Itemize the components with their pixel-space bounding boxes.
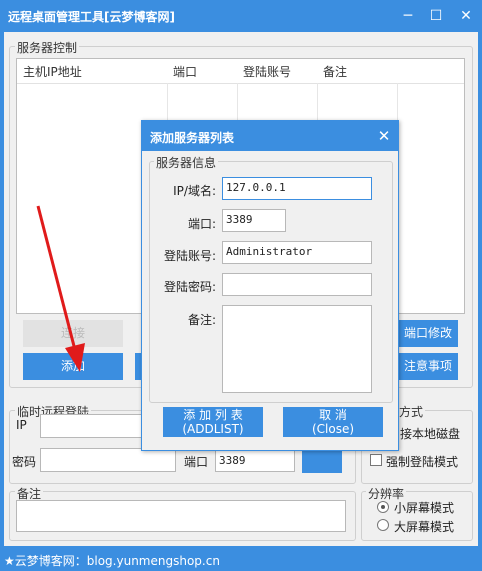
account-input[interactable]: Administrator — [222, 241, 372, 264]
window-title: 远程桌面管理工具[云梦博客网] — [8, 10, 175, 24]
temp-port-input[interactable]: 3389 — [215, 450, 295, 472]
add-server-dialog: 添加服务器列表 ✕ 服务器信息 IP/域名: 127.0.0.1 端口: 338… — [141, 120, 399, 451]
column-header-remark[interactable]: 备注 — [323, 63, 347, 80]
title-bar: 远程桌面管理工具[云梦博客网] ─ ☐ ✕ — [0, 0, 482, 32]
port-modify-label: 端口修改 — [403, 326, 452, 340]
notes-label: 注意事项 — [403, 359, 452, 373]
dialog-close-button[interactable]: ✕ — [374, 126, 394, 146]
column-header-account[interactable]: 登陆账号 — [243, 63, 291, 80]
remark-label: 备注: — [187, 313, 216, 327]
temp-password-input[interactable] — [40, 448, 176, 472]
maximize-button[interactable]: ☐ — [426, 6, 446, 26]
options-label: 方式 — [397, 403, 426, 420]
port-label: 端口: — [187, 217, 216, 231]
small-screen-radio[interactable] — [377, 501, 389, 513]
add-list-label-sub: (ADDLIST) — [182, 422, 244, 436]
dialog-title-bar: 添加服务器列表 ✕ — [142, 121, 398, 151]
large-screen-label[interactable]: 大屏幕模式 — [394, 518, 454, 535]
account-label: 登陆账号: — [163, 249, 216, 263]
local-disk-label[interactable]: 接本地磁盘 — [400, 425, 460, 442]
cancel-button[interactable]: 取 消 (Close) — [283, 407, 383, 437]
minimize-button[interactable]: ─ — [398, 6, 418, 26]
column-header-port[interactable]: 端口 — [173, 63, 197, 80]
red-arrow-icon — [36, 205, 85, 372]
dialog-title: 添加服务器列表 — [150, 131, 235, 145]
radio-dot — [381, 505, 385, 509]
server-control-label: 服务器控制 — [15, 39, 80, 56]
column-header-host[interactable]: 主机IP地址 — [23, 63, 82, 80]
small-screen-label[interactable]: 小屏幕模式 — [394, 499, 454, 516]
force-login-checkbox[interactable] — [370, 454, 382, 466]
temp-port-label: 端口 — [184, 455, 209, 469]
force-login-label[interactable]: 强制登陆模式 — [386, 453, 458, 470]
close-button[interactable]: ✕ — [456, 6, 476, 26]
add-list-button[interactable]: 添 加 列 表 (ADDLIST) — [163, 407, 263, 437]
cancel-label-main: 取 消 — [319, 408, 347, 422]
temp-ip-input[interactable] — [40, 414, 142, 438]
status-text: ★云梦博客网：blog.yunmengshop.cn — [4, 554, 220, 568]
temp-ip-label: IP — [16, 418, 27, 432]
cancel-label-sub: (Close) — [311, 422, 355, 436]
table-header — [17, 59, 464, 84]
port-input[interactable]: 3389 — [222, 209, 286, 232]
server-info-label: 服务器信息 — [154, 154, 219, 171]
password-input[interactable] — [222, 273, 372, 296]
remarks-input[interactable] — [16, 500, 346, 532]
status-bar: ★云梦博客网：blog.yunmengshop.cn — [0, 546, 482, 571]
host-label: IP/域名: — [173, 184, 216, 198]
add-list-label-main: 添 加 列 表 — [183, 408, 243, 422]
password-label: 登陆密码: — [163, 280, 216, 294]
large-screen-radio[interactable] — [377, 519, 389, 531]
remark-input[interactable] — [222, 305, 372, 393]
host-input[interactable]: 127.0.0.1 — [222, 177, 372, 200]
temp-password-label: 密码 — [12, 455, 37, 469]
